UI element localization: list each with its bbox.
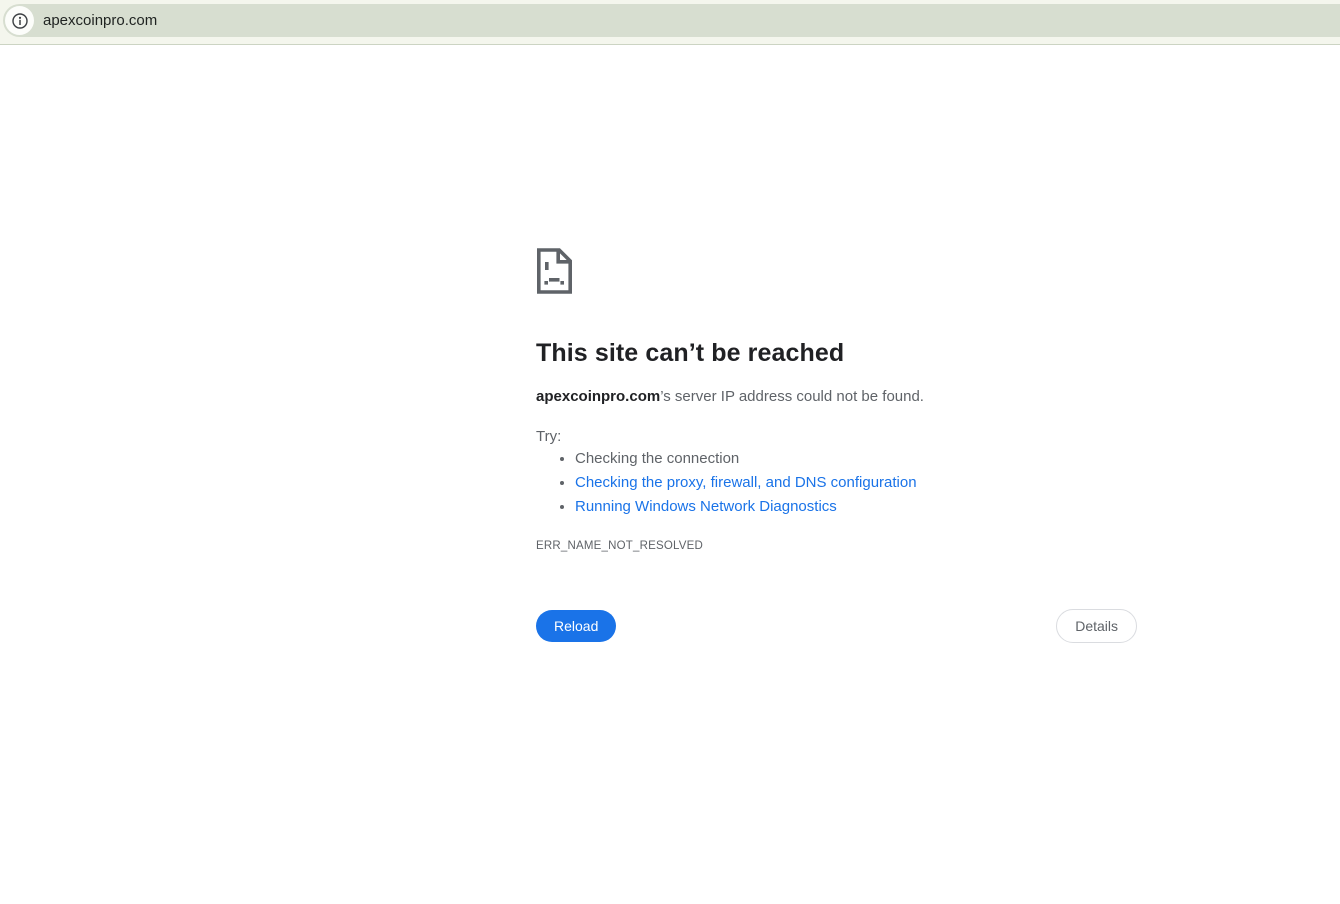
try-label: Try: — [536, 428, 562, 445]
suggestion-item: Checking the connection — [575, 451, 917, 467]
details-button[interactable]: Details — [1056, 609, 1137, 643]
error-description-rest: ’s server IP address could not be found. — [660, 388, 924, 405]
suggestion-link-network-diagnostics[interactable]: Running Windows Network Diagnostics — [575, 498, 837, 515]
suggestion-text-connection: Checking the connection — [575, 450, 740, 467]
error-description: apexcoinpro.com’s server IP address coul… — [536, 388, 924, 405]
suggestion-link-proxy-firewall-dns[interactable]: Checking the proxy, firewall, and DNS co… — [575, 474, 917, 491]
suggestion-item: Running Windows Network Diagnostics — [575, 499, 917, 515]
reload-button[interactable]: Reload — [536, 610, 617, 642]
suggestion-list: Checking the connection Checking the pro… — [536, 451, 917, 523]
sad-file-icon — [535, 248, 572, 294]
url-text[interactable]: apexcoinpro.com — [43, 12, 157, 29]
info-icon — [10, 11, 30, 31]
error-title: This site can’t be reached — [536, 339, 845, 367]
error-code: ERR_NAME_NOT_RESOLVED — [536, 540, 703, 552]
error-page: This site can’t be reached apexcoinpro.c… — [0, 45, 1340, 903]
browser-toolbar: apexcoinpro.com — [0, 0, 1340, 45]
page-info-button[interactable] — [5, 6, 34, 35]
suggestion-item: Checking the proxy, firewall, and DNS co… — [575, 475, 917, 491]
actions-row: Reload Details — [536, 609, 1137, 643]
error-domain: apexcoinpro.com — [536, 388, 661, 405]
address-bar[interactable]: apexcoinpro.com — [3, 4, 1340, 37]
